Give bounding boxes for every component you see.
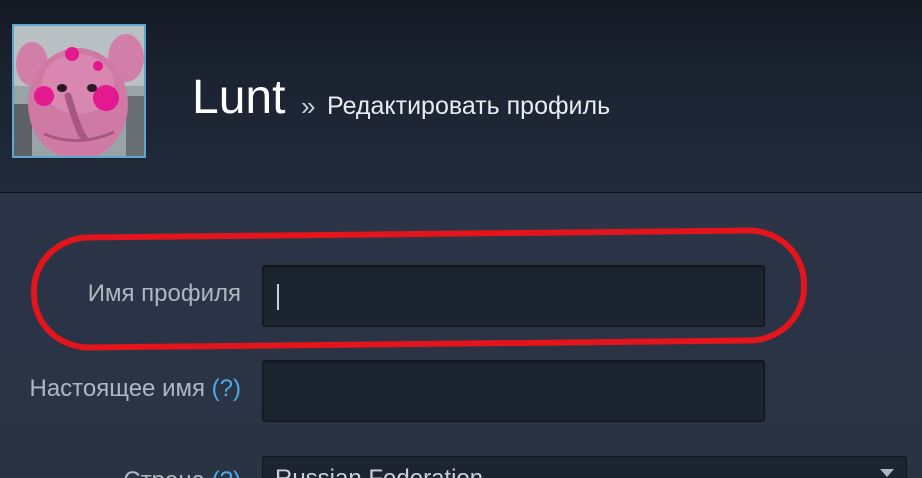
profile-name-label-text: Имя профиля [87,280,241,307]
country-select[interactable]: Russian Federation [262,456,907,478]
real-name-label: Настоящее имя (?) [29,374,241,404]
avatar[interactable] [12,24,146,158]
real-name-input[interactable] [262,360,765,422]
real-name-help-link[interactable]: (?) [212,375,241,402]
chevron-down-icon [880,469,894,477]
country-selected-value: Russian Federation [275,465,483,478]
profile-avatar-icon [14,26,144,156]
page-title: Редактировать профиль [327,92,611,120]
country-label-text: Страна [123,467,205,478]
country-label: Страна (?) [123,466,241,478]
real-name-label-text: Настоящее имя [29,375,205,402]
profile-name-input[interactable] [262,265,765,327]
edit-profile-content [0,193,922,478]
text-caret [277,284,279,310]
profile-name-label: Имя профиля [88,279,241,309]
breadcrumb-separator: » [301,91,316,121]
profile-username[interactable]: Lunt [192,70,285,126]
country-help-link[interactable]: (?) [212,467,241,478]
